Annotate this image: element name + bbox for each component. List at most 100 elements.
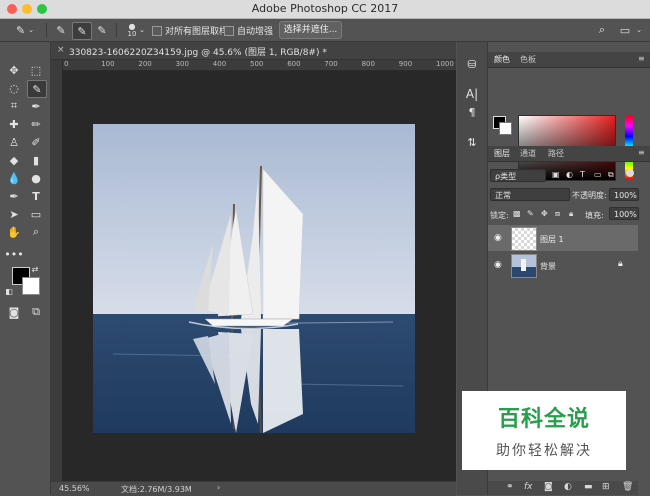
search-icon[interactable]: ⌕ [594,22,610,38]
tab-color[interactable]: 颜色 [490,54,514,65]
ruler-tick-label: 100 [101,60,115,68]
blur-tool-icon[interactable]: 💧 [5,170,23,186]
fill-label: 填充: [585,211,604,220]
lock-artboard-icon[interactable]: ⧈ [555,209,560,219]
more-tools-icon[interactable]: ••• [4,246,23,262]
tab-layers[interactable]: 图层 [490,148,514,159]
zoom-tool-icon[interactable]: ⌕ [27,224,45,240]
layer-row[interactable]: ◉ 图层 1 [488,225,638,251]
adjustment-layer-icon[interactable]: ◐ [564,482,572,492]
lock-position-icon[interactable]: ✥ [541,209,548,218]
background-color-swatch[interactable] [22,277,40,295]
move-tool-icon[interactable]: ✥ [5,62,23,78]
blend-mode-dropdown[interactable]: 正常 [490,188,570,201]
history-brush-tool-icon[interactable]: ✐ [27,134,45,150]
status-bar: 45.56% 文档:2.76M/3.93M › [51,481,456,496]
workspace-icon[interactable]: ▭ [617,22,633,38]
ruler-tick-label: 0 [64,60,69,68]
layer-row[interactable]: ◉ 背景 🔒︎ [488,252,638,278]
path-selection-tool-icon[interactable]: ➤ [5,206,23,222]
panel-menu-icon[interactable]: ≡ [634,54,649,63]
layers-panel-tabs: 图层 通道 路径 ≡ [488,146,650,162]
tools-panel: ✥ ⬚ ◌ ✎ ⌗ ✒ ✚ ✏ ♙ ✐ ◆ ▮ 💧 ● ✒ T ➤ ▭ ✋ ⌕ … [0,42,51,495]
title-bar: Adobe Photoshop CC 2017 [0,0,650,19]
quick-mask-icon[interactable]: ◙ [5,304,23,320]
options-bar: ✎ ⌄ ✎ ✎ ✎ ● 10 ⌄ 对所有图层取样 自动增强 选择并遮住... ⌕ … [0,19,650,42]
filter-type-icon[interactable]: T [580,170,585,179]
watermark-title: 百科全说 [497,407,590,432]
checkbox-box [152,25,162,36]
filter-smart-object-icon[interactable]: ⧉ [608,170,614,180]
document-image[interactable] [93,124,415,433]
tab-channels[interactable]: 通道 [516,148,540,159]
lock-label: 锁定: [490,211,509,220]
fx-icon[interactable]: fx [524,482,533,492]
tab-paths[interactable]: 路径 [544,148,568,159]
lock-transparent-icon[interactable]: ▩ [513,209,521,218]
rectangle-tool-icon[interactable]: ▭ [27,206,45,222]
visibility-eye-icon[interactable]: ◉ [494,260,502,270]
chevron-right-icon[interactable]: › [217,483,220,492]
lock-all-icon[interactable]: 🔒︎ [569,209,573,219]
auto-enhance-label: 自动增强 [237,27,274,37]
hand-tool-icon[interactable]: ✋ [5,224,23,240]
sample-all-layers-checkbox[interactable]: 对所有图层取样 [152,24,228,37]
type-tool-icon[interactable]: T [27,188,45,204]
lasso-tool-icon[interactable]: ◌ [5,80,23,96]
screen-mode-icon[interactable]: ⧉ [27,304,45,320]
new-group-icon[interactable]: ▬ [584,482,593,492]
layer-name: 背景 [540,262,556,271]
gradient-tool-icon[interactable]: ▮ [27,152,45,168]
background-swatch[interactable] [499,122,512,135]
add-mask-icon[interactable]: ◙ [544,482,553,492]
link-layers-icon[interactable]: ⚭ [506,482,514,492]
ruler-tick-label: 200 [138,60,152,68]
chevron-down-icon[interactable]: ⌄ [137,22,147,38]
character-panel-icon[interactable]: A| [463,86,481,102]
ruler-tick-label: 400 [212,60,227,68]
tab-swatches[interactable]: 色板 [516,54,540,65]
properties-panel-icon[interactable]: ⇅ [463,134,481,150]
select-and-mask-button[interactable]: 选择并遮住... [279,21,342,39]
filter-toggle[interactable] [626,169,634,177]
paragraph-panel-icon[interactable]: ¶ [463,104,481,120]
add-to-selection-icon[interactable]: ✎ [72,22,92,40]
filter-adjustment-icon[interactable]: ◐ [566,170,573,179]
swap-colors-icon[interactable]: ⇄ [30,264,40,274]
chevron-down-icon[interactable]: ⌄ [634,22,644,38]
fill-input[interactable]: 100% [609,207,639,220]
sail-thumbnail-detail [521,259,526,271]
eyedropper-tool-icon[interactable]: ✒ [27,98,45,114]
lock-image-icon[interactable]: ✎ [527,209,534,218]
visibility-eye-icon[interactable]: ◉ [494,233,502,243]
clone-stamp-tool-icon[interactable]: ♙ [5,134,23,150]
new-selection-icon[interactable]: ✎ [52,22,70,38]
zoom-level[interactable]: 45.56% [59,484,90,493]
chevron-down-icon: ⌄ [28,26,35,34]
crop-tool-icon[interactable]: ⌗ [5,98,23,114]
default-colors-icon[interactable]: ◧ [4,286,14,296]
opacity-input[interactable]: 100% [609,188,639,201]
pen-tool-icon[interactable]: ✒ [5,188,23,204]
filter-shape-icon[interactable]: ▭ [594,170,602,179]
layer-filter-dropdown[interactable]: ρ类型 [490,169,546,182]
color-panel-tabs: 颜色 色板 ≡ [488,52,650,68]
auto-enhance-checkbox[interactable]: 自动增强 [224,24,273,37]
quick-selection-tool-icon[interactable]: ✎ [27,80,47,98]
filter-image-icon[interactable]: ▣ [552,170,560,179]
history-panel-icon[interactable]: ⛁ [463,56,481,72]
document-tab[interactable]: × 330823-1606220Z34159.jpg @ 45.6% (图层 1… [51,42,456,60]
panel-menu-icon[interactable]: ≡ [634,148,649,157]
lock-icon: 🔒︎ [618,259,623,269]
eraser-tool-icon[interactable]: ◆ [5,152,23,168]
new-layer-icon[interactable]: ⊞ [602,482,610,492]
healing-brush-tool-icon[interactable]: ✚ [5,116,23,132]
subtract-from-selection-icon[interactable]: ✎ [93,22,111,38]
marquee-tool-icon[interactable]: ⬚ [27,62,45,78]
dodge-tool-icon[interactable]: ● [27,170,45,186]
brush-tool-icon[interactable]: ✏ [27,116,45,132]
horizontal-ruler[interactable]: 0501001502002503003504004505005506006507… [62,60,456,71]
tool-preset-picker[interactable]: ✎ ⌄ [10,22,40,38]
close-document-icon[interactable]: × [57,45,65,55]
trash-icon[interactable]: 🗑︎ [622,482,633,492]
